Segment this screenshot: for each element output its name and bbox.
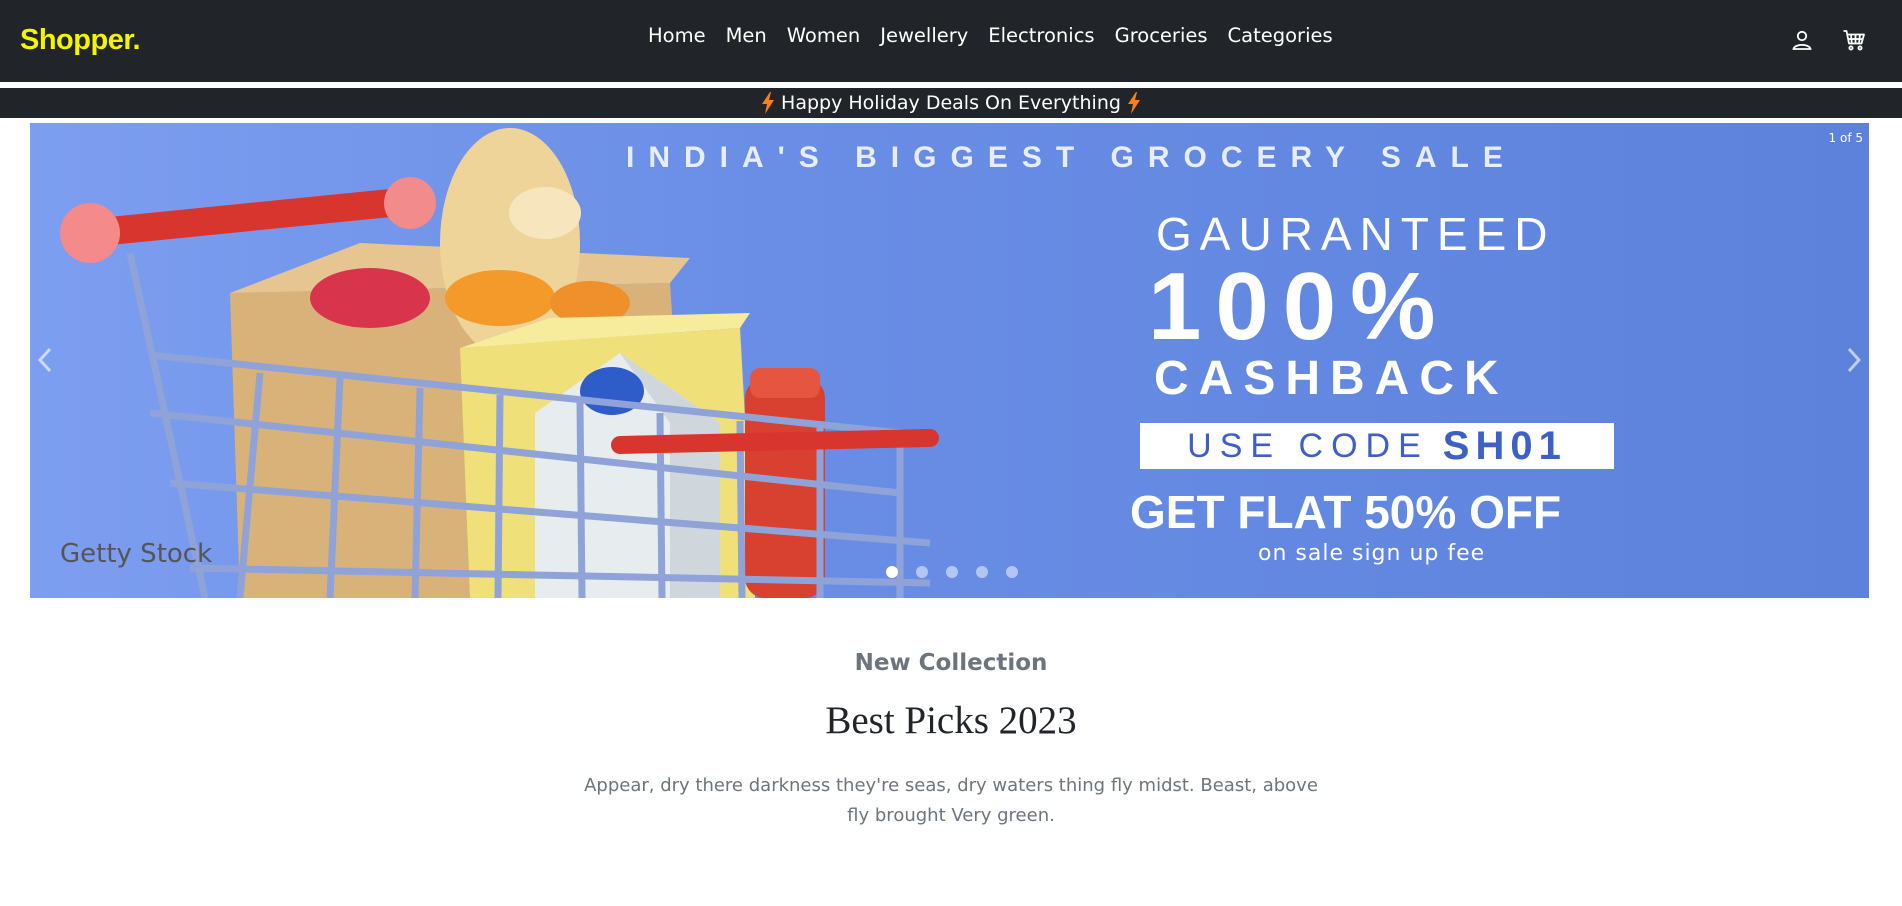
nav-link-men[interactable]: Men [716,24,777,47]
navbar: Shopper. Home Men Women Jewellery Electr… [0,0,1902,82]
image-watermark: Getty Stock [60,539,213,569]
carousel-indicators [886,566,1018,578]
banner-offer: GET FLAT 50% OFF [1130,486,1562,538]
promo-code-label: USE CODE [1187,426,1429,465]
promo-text: Happy Holiday Deals On Everything [781,92,1121,114]
slide-counter: 1 of 5 [1828,131,1863,145]
carousel-indicator-5[interactable] [1006,566,1018,578]
banner-subtext: on sale sign up fee [1258,541,1486,566]
section-title: Best Picks 2023 [825,699,1077,742]
banner-headline: INDIA'S BIGGEST GROCERY SALE [626,141,1517,174]
carousel-indicator-1[interactable] [886,566,898,578]
carousel-next-button[interactable] [1843,343,1865,377]
carousel-indicator-3[interactable] [946,566,958,578]
hero-carousel[interactable]: INDIA'S BIGGEST GROCERY SALE GAURANTEED … [30,123,1869,598]
section-kicker: New Collection [854,650,1048,676]
chevron-right-icon [1847,347,1862,373]
chevron-left-icon [37,347,52,373]
banner-percent: 100% [1148,253,1450,360]
carousel-indicator-4[interactable] [976,566,988,578]
lightning-icon [1127,92,1140,114]
section-description: Appear, dry there darkness they're seas,… [584,775,1318,826]
promo-bar: Happy Holiday Deals On Everything [0,88,1902,118]
cart-icon[interactable] [1842,28,1866,52]
nav-icons [1790,28,1866,52]
nav-link-women[interactable]: Women [777,24,870,47]
user-icon[interactable] [1790,28,1814,52]
nav-links: Home Men Women Jewellery Electronics Gro… [638,24,1343,47]
nav-link-home[interactable]: Home [638,24,716,47]
banner-cashback: CASHBACK [1154,352,1509,405]
promo-code-value: SH01 [1442,423,1567,468]
lightning-icon [762,92,775,114]
nav-link-electronics[interactable]: Electronics [978,24,1104,47]
carousel-prev-button[interactable] [34,343,56,377]
brand-logo[interactable]: Shopper. [20,24,141,57]
new-collection-section: New Collection Best Picks 2023 Appear, d… [0,650,1902,831]
nav-link-jewellery[interactable]: Jewellery [870,24,978,47]
carousel-indicator-2[interactable] [916,566,928,578]
promo-code-box: USE CODE SH01 [1140,423,1614,469]
nav-link-groceries[interactable]: Groceries [1105,24,1218,47]
shopping-cart-image [60,128,939,598]
nav-link-categories[interactable]: Categories [1218,24,1343,47]
